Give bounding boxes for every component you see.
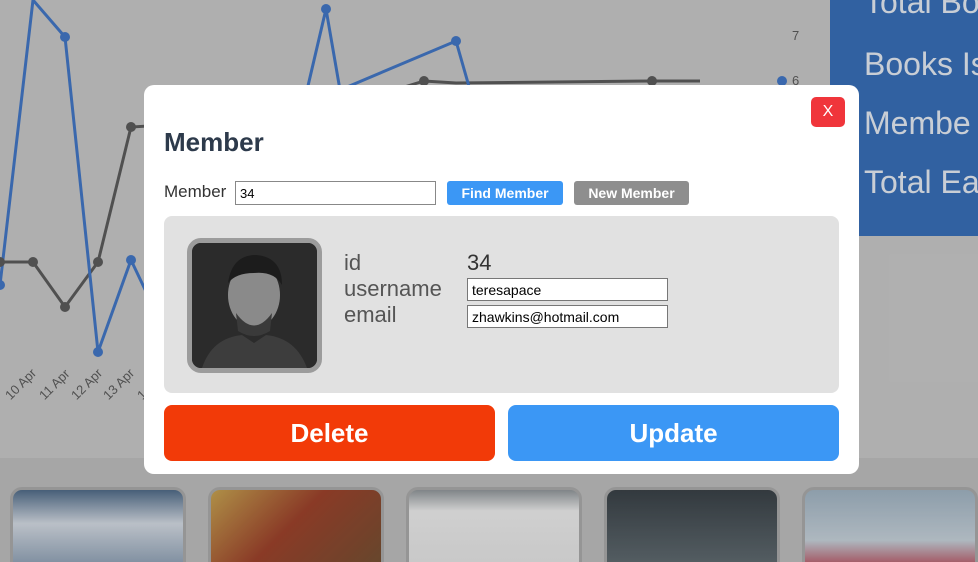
member-id-input[interactable] [235, 181, 436, 205]
member-details-card: id 34 username email [164, 216, 839, 393]
id-label: id [344, 250, 362, 275]
id-value: 34 [467, 250, 492, 275]
member-photo [192, 243, 317, 368]
close-button[interactable]: X [811, 97, 845, 127]
update-button[interactable]: Update [508, 405, 839, 461]
find-member-button[interactable]: Find Member [447, 181, 563, 205]
modal-title: Member [164, 127, 264, 157]
avatar [187, 238, 322, 373]
new-member-button[interactable]: New Member [574, 181, 689, 205]
username-field[interactable] [467, 278, 668, 301]
email-field[interactable] [467, 305, 668, 328]
username-label: username [344, 276, 442, 301]
delete-button[interactable]: Delete [164, 405, 495, 461]
email-label: email [344, 302, 397, 327]
member-modal: X Member Member Find Member New Member i… [144, 85, 859, 474]
member-label: Member [164, 182, 227, 201]
